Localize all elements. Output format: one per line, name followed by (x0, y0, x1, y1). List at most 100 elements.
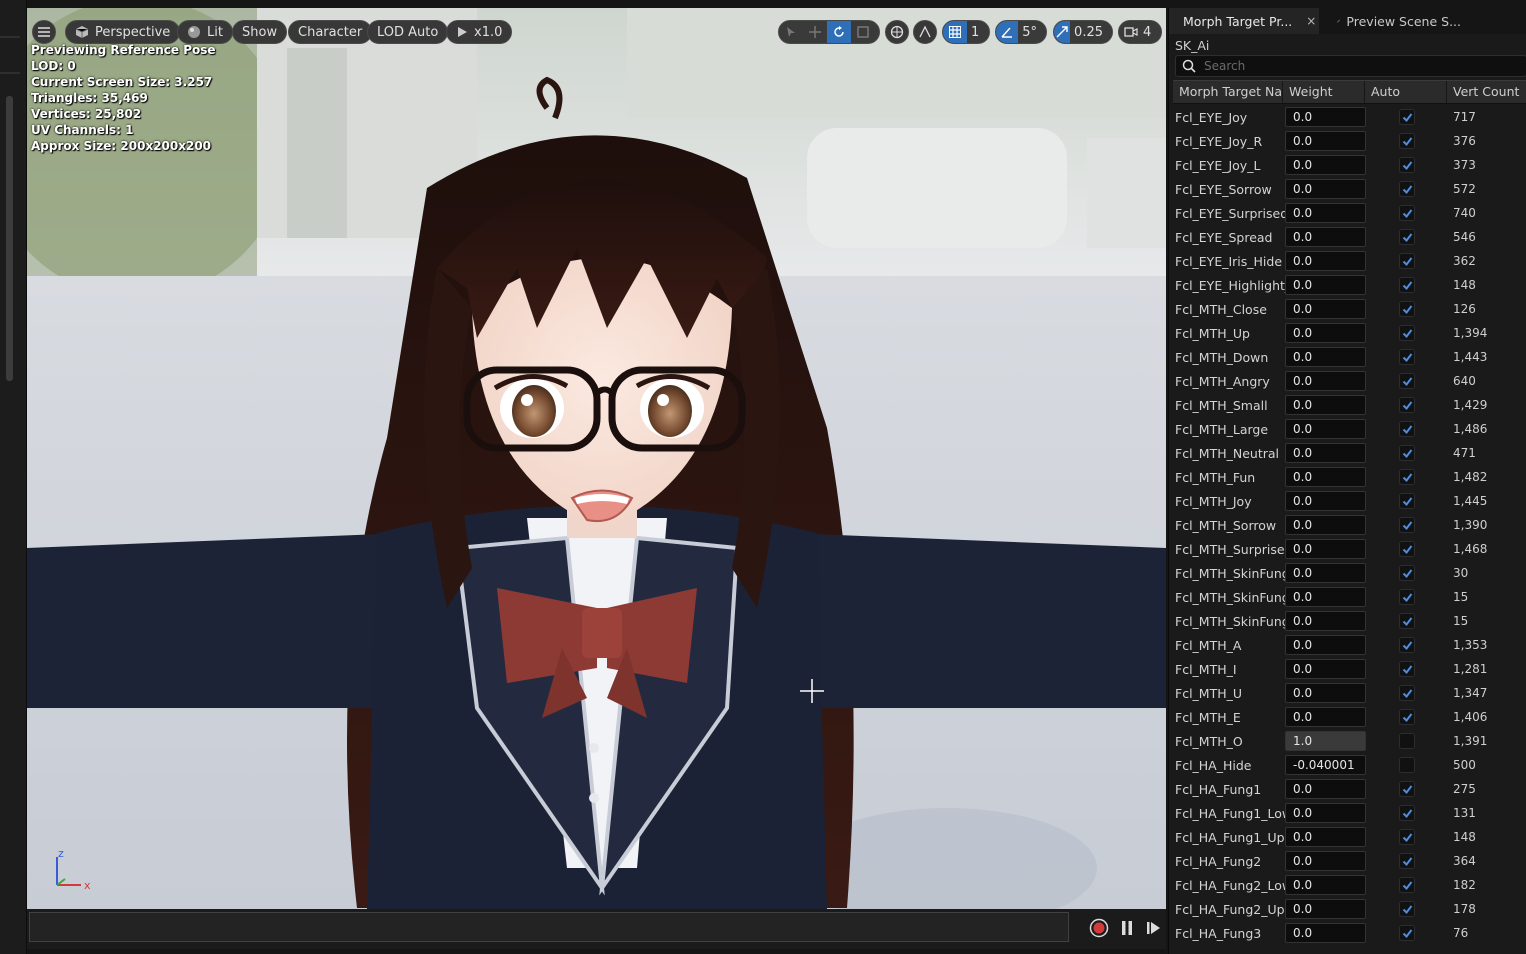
play-speed-button[interactable]: x1.0 (446, 20, 513, 44)
auto-checkbox[interactable] (1399, 613, 1415, 629)
rotate-mode-button[interactable] (827, 21, 851, 43)
auto-checkbox[interactable] (1399, 277, 1415, 293)
weight-field[interactable]: 0.0 (1285, 203, 1366, 223)
weight-field[interactable]: 0.0 (1285, 251, 1366, 271)
auto-checkbox[interactable] (1399, 517, 1415, 533)
table-row[interactable]: Fcl_MTH_U 0.0 1,347 (1173, 681, 1526, 705)
weight-field[interactable]: 0.0 (1285, 827, 1366, 847)
auto-checkbox[interactable] (1399, 469, 1415, 485)
auto-checkbox[interactable] (1399, 397, 1415, 413)
table-row[interactable]: Fcl_HA_Hide -0.040001 500 (1173, 753, 1526, 777)
auto-checkbox[interactable] (1399, 373, 1415, 389)
table-row[interactable]: Fcl_HA_Fung1_Low 0.0 131 (1173, 801, 1526, 825)
table-row[interactable]: Fcl_MTH_O 1.0 1,391 (1173, 729, 1526, 753)
auto-checkbox[interactable] (1399, 589, 1415, 605)
weight-field[interactable]: 0.0 (1285, 659, 1366, 679)
table-row[interactable]: Fcl_MTH_E 0.0 1,406 (1173, 705, 1526, 729)
table-row[interactable]: Fcl_EYE_Sorrow 0.0 572 (1173, 177, 1526, 201)
table-row[interactable]: Fcl_HA_Fung1_Up 0.0 148 (1173, 825, 1526, 849)
table-row[interactable]: Fcl_MTH_Joy 0.0 1,445 (1173, 489, 1526, 513)
table-row[interactable]: Fcl_MTH_Close 0.0 126 (1173, 297, 1526, 321)
viewport[interactable]: Perspective Lit Show Character LOD Auto … (27, 8, 1166, 909)
table-row[interactable]: Fcl_MTH_Surprised 0.0 1,468 (1173, 537, 1526, 561)
weight-field[interactable]: 0.0 (1285, 611, 1366, 631)
weight-field[interactable]: 0.0 (1285, 803, 1366, 823)
auto-checkbox[interactable] (1399, 493, 1415, 509)
camera-speed-group[interactable]: 4 (1118, 20, 1162, 44)
world-local-button[interactable] (885, 20, 909, 44)
weight-field[interactable]: 0.0 (1285, 275, 1366, 295)
record-button[interactable] (1088, 917, 1110, 939)
auto-checkbox[interactable] (1399, 901, 1415, 917)
auto-checkbox[interactable] (1399, 757, 1415, 773)
pause-button[interactable] (1116, 917, 1138, 939)
weight-field[interactable]: 0.0 (1285, 299, 1366, 319)
show-button[interactable]: Show (232, 20, 288, 44)
table-row[interactable]: Fcl_MTH_Small 0.0 1,429 (1173, 393, 1526, 417)
table-row[interactable]: Fcl_EYE_Highlight_Hide 0.0 148 (1173, 273, 1526, 297)
weight-field[interactable]: 0.0 (1285, 923, 1366, 943)
rotation-snap-toggle[interactable] (996, 21, 1019, 43)
table-row[interactable]: Fcl_MTH_Neutral 0.0 471 (1173, 441, 1526, 465)
tab-close-icon[interactable]: × (1306, 14, 1316, 28)
morph-search-box[interactable] (1175, 55, 1526, 77)
auto-checkbox[interactable] (1399, 661, 1415, 677)
auto-checkbox[interactable] (1399, 685, 1415, 701)
table-row[interactable]: Fcl_MTH_Large 0.0 1,486 (1173, 417, 1526, 441)
auto-checkbox[interactable] (1399, 229, 1415, 245)
auto-checkbox[interactable] (1399, 637, 1415, 653)
perspective-button[interactable]: Perspective (65, 20, 181, 44)
weight-field[interactable]: 0.0 (1285, 515, 1366, 535)
select-mode-button[interactable] (779, 21, 803, 43)
weight-field[interactable]: 0.0 (1285, 395, 1366, 415)
table-row[interactable]: Fcl_MTH_SkinFung 0.0 30 (1173, 561, 1526, 585)
scale-snap-group[interactable]: 0.25 (1053, 20, 1113, 44)
viewport-menu-button[interactable] (32, 20, 56, 44)
auto-checkbox[interactable] (1399, 541, 1415, 557)
auto-checkbox[interactable] (1399, 205, 1415, 221)
auto-checkbox[interactable] (1399, 565, 1415, 581)
weight-field[interactable]: -0.040001 (1285, 755, 1366, 775)
weight-field[interactable]: 0.0 (1285, 851, 1366, 871)
table-row[interactable]: Fcl_MTH_A 0.0 1,353 (1173, 633, 1526, 657)
auto-checkbox[interactable] (1399, 325, 1415, 341)
auto-checkbox[interactable] (1399, 877, 1415, 893)
table-row[interactable]: Fcl_HA_Fung2_Up 0.0 178 (1173, 897, 1526, 921)
grid-snap-group[interactable]: 1 (942, 20, 990, 44)
character-button[interactable]: Character (288, 20, 373, 44)
weight-field[interactable]: 0.0 (1285, 587, 1366, 607)
table-row[interactable]: Fcl_MTH_Down 0.0 1,443 (1173, 345, 1526, 369)
search-input[interactable] (1204, 59, 1504, 73)
table-row[interactable]: Fcl_HA_Fung1 0.0 275 (1173, 777, 1526, 801)
table-row[interactable]: Fcl_MTH_SkinFung 0.0 15 (1173, 585, 1526, 609)
lit-button[interactable]: Lit (177, 20, 233, 44)
weight-field[interactable]: 0.0 (1285, 107, 1366, 127)
auto-checkbox[interactable] (1399, 853, 1415, 869)
table-row[interactable]: Fcl_MTH_SkinFung 0.0 15 (1173, 609, 1526, 633)
grid-snap-toggle[interactable] (943, 21, 967, 43)
auto-checkbox[interactable] (1399, 349, 1415, 365)
col-header-vert-count[interactable]: Vert Count (1447, 81, 1526, 103)
table-row[interactable]: Fcl_MTH_Up 0.0 1,394 (1173, 321, 1526, 345)
col-header-weight[interactable]: Weight (1283, 81, 1365, 103)
weight-field[interactable]: 0.0 (1285, 227, 1366, 247)
camera-speed-toggle[interactable] (1119, 21, 1143, 43)
weight-field[interactable]: 0.0 (1285, 539, 1366, 559)
auto-checkbox[interactable] (1399, 181, 1415, 197)
table-row[interactable]: Fcl_MTH_Angry 0.0 640 (1173, 369, 1526, 393)
col-header-auto[interactable]: Auto (1365, 81, 1447, 103)
auto-checkbox[interactable] (1399, 445, 1415, 461)
auto-checkbox[interactable] (1399, 925, 1415, 941)
weight-field[interactable]: 0.0 (1285, 875, 1366, 895)
weight-field[interactable]: 0.0 (1285, 899, 1366, 919)
weight-field[interactable]: 0.0 (1285, 131, 1366, 151)
weight-field[interactable]: 0.0 (1285, 707, 1366, 727)
tab-preview-scene-settings[interactable]: Preview Scene S... (1329, 8, 1469, 34)
table-row[interactable]: Fcl_HA_Fung2_Low 0.0 182 (1173, 873, 1526, 897)
weight-field[interactable]: 0.0 (1285, 155, 1366, 175)
table-row[interactable]: Fcl_EYE_Joy_L 0.0 373 (1173, 153, 1526, 177)
auto-checkbox[interactable] (1399, 733, 1415, 749)
auto-checkbox[interactable] (1399, 805, 1415, 821)
auto-checkbox[interactable] (1399, 109, 1415, 125)
table-row[interactable]: Fcl_EYE_Joy_R 0.0 376 (1173, 129, 1526, 153)
